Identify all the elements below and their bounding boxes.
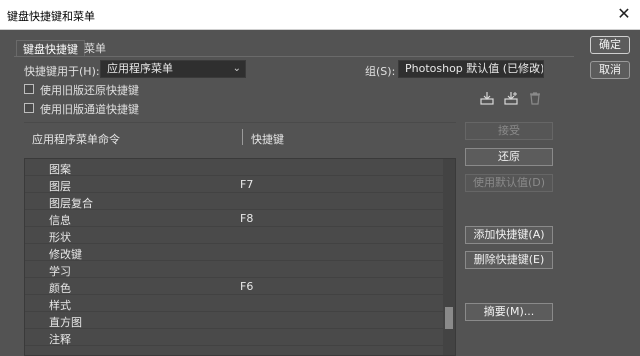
tab-keyboard-shortcuts[interactable]: 键盘快捷键 [16, 40, 85, 57]
legacy-channel-checkbox[interactable] [24, 103, 34, 113]
new-set-icon[interactable] [502, 90, 520, 108]
row-command: 学习 [49, 265, 71, 278]
row-shortcut: F7 [240, 178, 254, 191]
legacy-undo-checkbox[interactable] [24, 84, 34, 94]
table-row[interactable]: 学习 [25, 261, 445, 278]
table-row[interactable]: 修改键 [25, 244, 445, 261]
delete-shortcut-button[interactable]: 删除快捷键(E) [465, 251, 553, 269]
row-command: 信息 [49, 214, 71, 227]
command-column-header: 应用程序菜单命令 [32, 133, 120, 146]
cancel-button[interactable]: 取消 [590, 61, 630, 79]
table-row[interactable]: 图案 [25, 159, 445, 176]
set-select[interactable]: Photoshop 默认值 (已修改) ⌄ [398, 60, 544, 78]
close-icon[interactable]: ✕ [614, 4, 634, 24]
shortcut-column-header: 快捷键 [251, 133, 284, 146]
list-scrollbar[interactable] [443, 159, 455, 355]
row-command: 图层 [49, 180, 71, 193]
tab-divider [14, 56, 574, 57]
table-row[interactable]: 直方图 [25, 312, 445, 329]
undo-button[interactable]: 还原 [465, 148, 553, 166]
table-row[interactable]: 样式 [25, 295, 445, 312]
table-row[interactable]: 图层复合 [25, 193, 445, 210]
delete-set-icon[interactable] [526, 90, 544, 108]
row-command: 注释 [49, 333, 71, 346]
row-command: 直方图 [49, 316, 82, 329]
shortcuts-for-label: 快捷键用于(H): [24, 65, 100, 78]
add-shortcut-button[interactable]: 添加快捷键(A) [465, 226, 553, 244]
shortcuts-for-select[interactable]: 应用程序菜单 ⌄ [100, 60, 246, 78]
tab-menus[interactable]: 菜单 [78, 40, 112, 57]
legacy-channel-label: 使用旧版通道快捷键 [40, 103, 139, 116]
row-shortcut: F8 [240, 212, 254, 225]
shortcut-list: 图案 图层 F7 图层复合 信息 F8 形状 修改键 学习 颜色 F6 样式 直方图 … [24, 158, 456, 356]
table-row[interactable]: 形状 [25, 227, 445, 244]
table-row[interactable]: 颜色 F6 [25, 278, 445, 295]
row-command: 图案 [49, 163, 71, 176]
use-default-button[interactable]: 使用默认值(D) [465, 174, 553, 192]
column-divider [242, 129, 243, 145]
save-set-icon[interactable] [478, 90, 496, 108]
set-label: 组(S): [365, 65, 396, 78]
row-shortcut: F6 [240, 280, 254, 293]
accept-button[interactable]: 接受 [465, 122, 553, 140]
shortcuts-for-value: 应用程序菜单 [107, 62, 173, 75]
set-value: Photoshop 默认值 (已修改) [405, 62, 544, 75]
summarize-button[interactable]: 摘要(M)... [465, 303, 553, 321]
window-title: 键盘快捷键和菜单 [7, 10, 95, 23]
row-command: 修改键 [49, 248, 82, 261]
chevron-down-icon: ⌄ [232, 63, 241, 74]
legacy-undo-label: 使用旧版还原快捷键 [40, 84, 139, 97]
row-command: 颜色 [49, 282, 71, 295]
ok-button[interactable]: 确定 [590, 36, 630, 54]
table-header: 应用程序菜单命令 快捷键 [24, 122, 456, 150]
row-command: 图层复合 [49, 197, 93, 210]
chevron-down-icon: ⌄ [530, 63, 539, 74]
row-command: 形状 [49, 231, 71, 244]
title-bar: 键盘快捷键和菜单 ✕ [0, 0, 640, 30]
table-row[interactable]: 信息 F8 [25, 210, 445, 227]
table-row[interactable]: 图层 F7 [25, 176, 445, 193]
table-row[interactable]: 注释 [25, 329, 445, 346]
scrollbar-thumb[interactable] [445, 307, 453, 329]
row-command: 样式 [49, 299, 71, 312]
